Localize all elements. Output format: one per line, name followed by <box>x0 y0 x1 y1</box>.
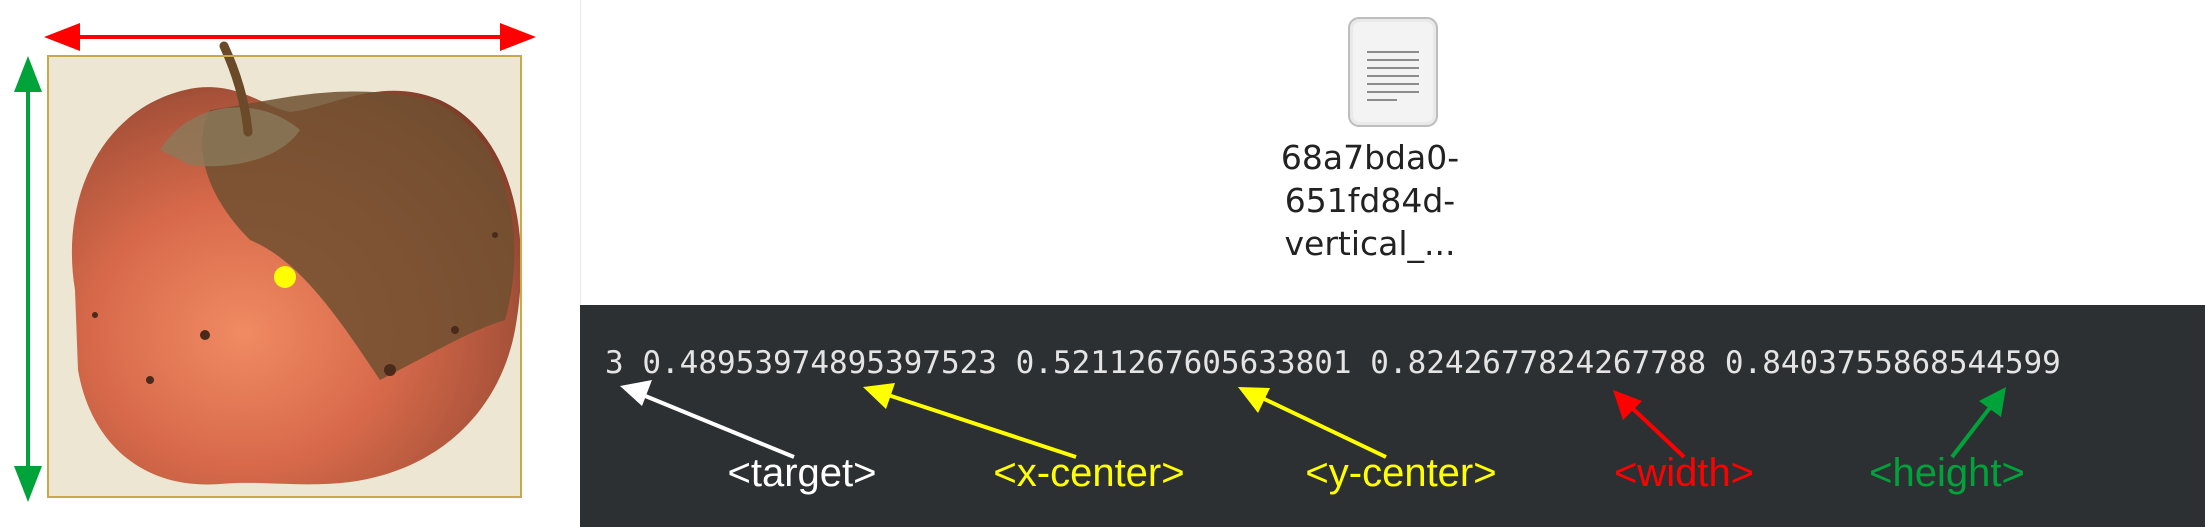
terminal-panel: 3 0.48953974895397523 0.5211267605633801… <box>580 305 2205 527</box>
file-name-line: vertical_... <box>1284 224 1456 263</box>
height-pointer-arrow <box>1950 387 2006 459</box>
width-pointer-arrow <box>1613 390 1686 459</box>
image-panel <box>0 0 581 527</box>
y-center-pointer-arrow <box>1238 387 1387 459</box>
dimension-overlay <box>14 23 536 502</box>
pointer-arrows <box>620 380 2006 459</box>
text-file-icon[interactable] <box>1345 14 1441 130</box>
center-dot <box>274 266 296 288</box>
file-name-label[interactable]: 68a7bda0- 651fd84d- vertical_... <box>1240 136 1500 265</box>
target-pointer-arrow <box>620 380 795 459</box>
file-name-line: 651fd84d- <box>1284 181 1456 220</box>
height-arrow <box>14 56 42 502</box>
width-arrow <box>44 23 536 51</box>
file-name-line: 68a7bda0- <box>1280 138 1460 177</box>
x-center-pointer-arrow <box>863 383 1077 459</box>
